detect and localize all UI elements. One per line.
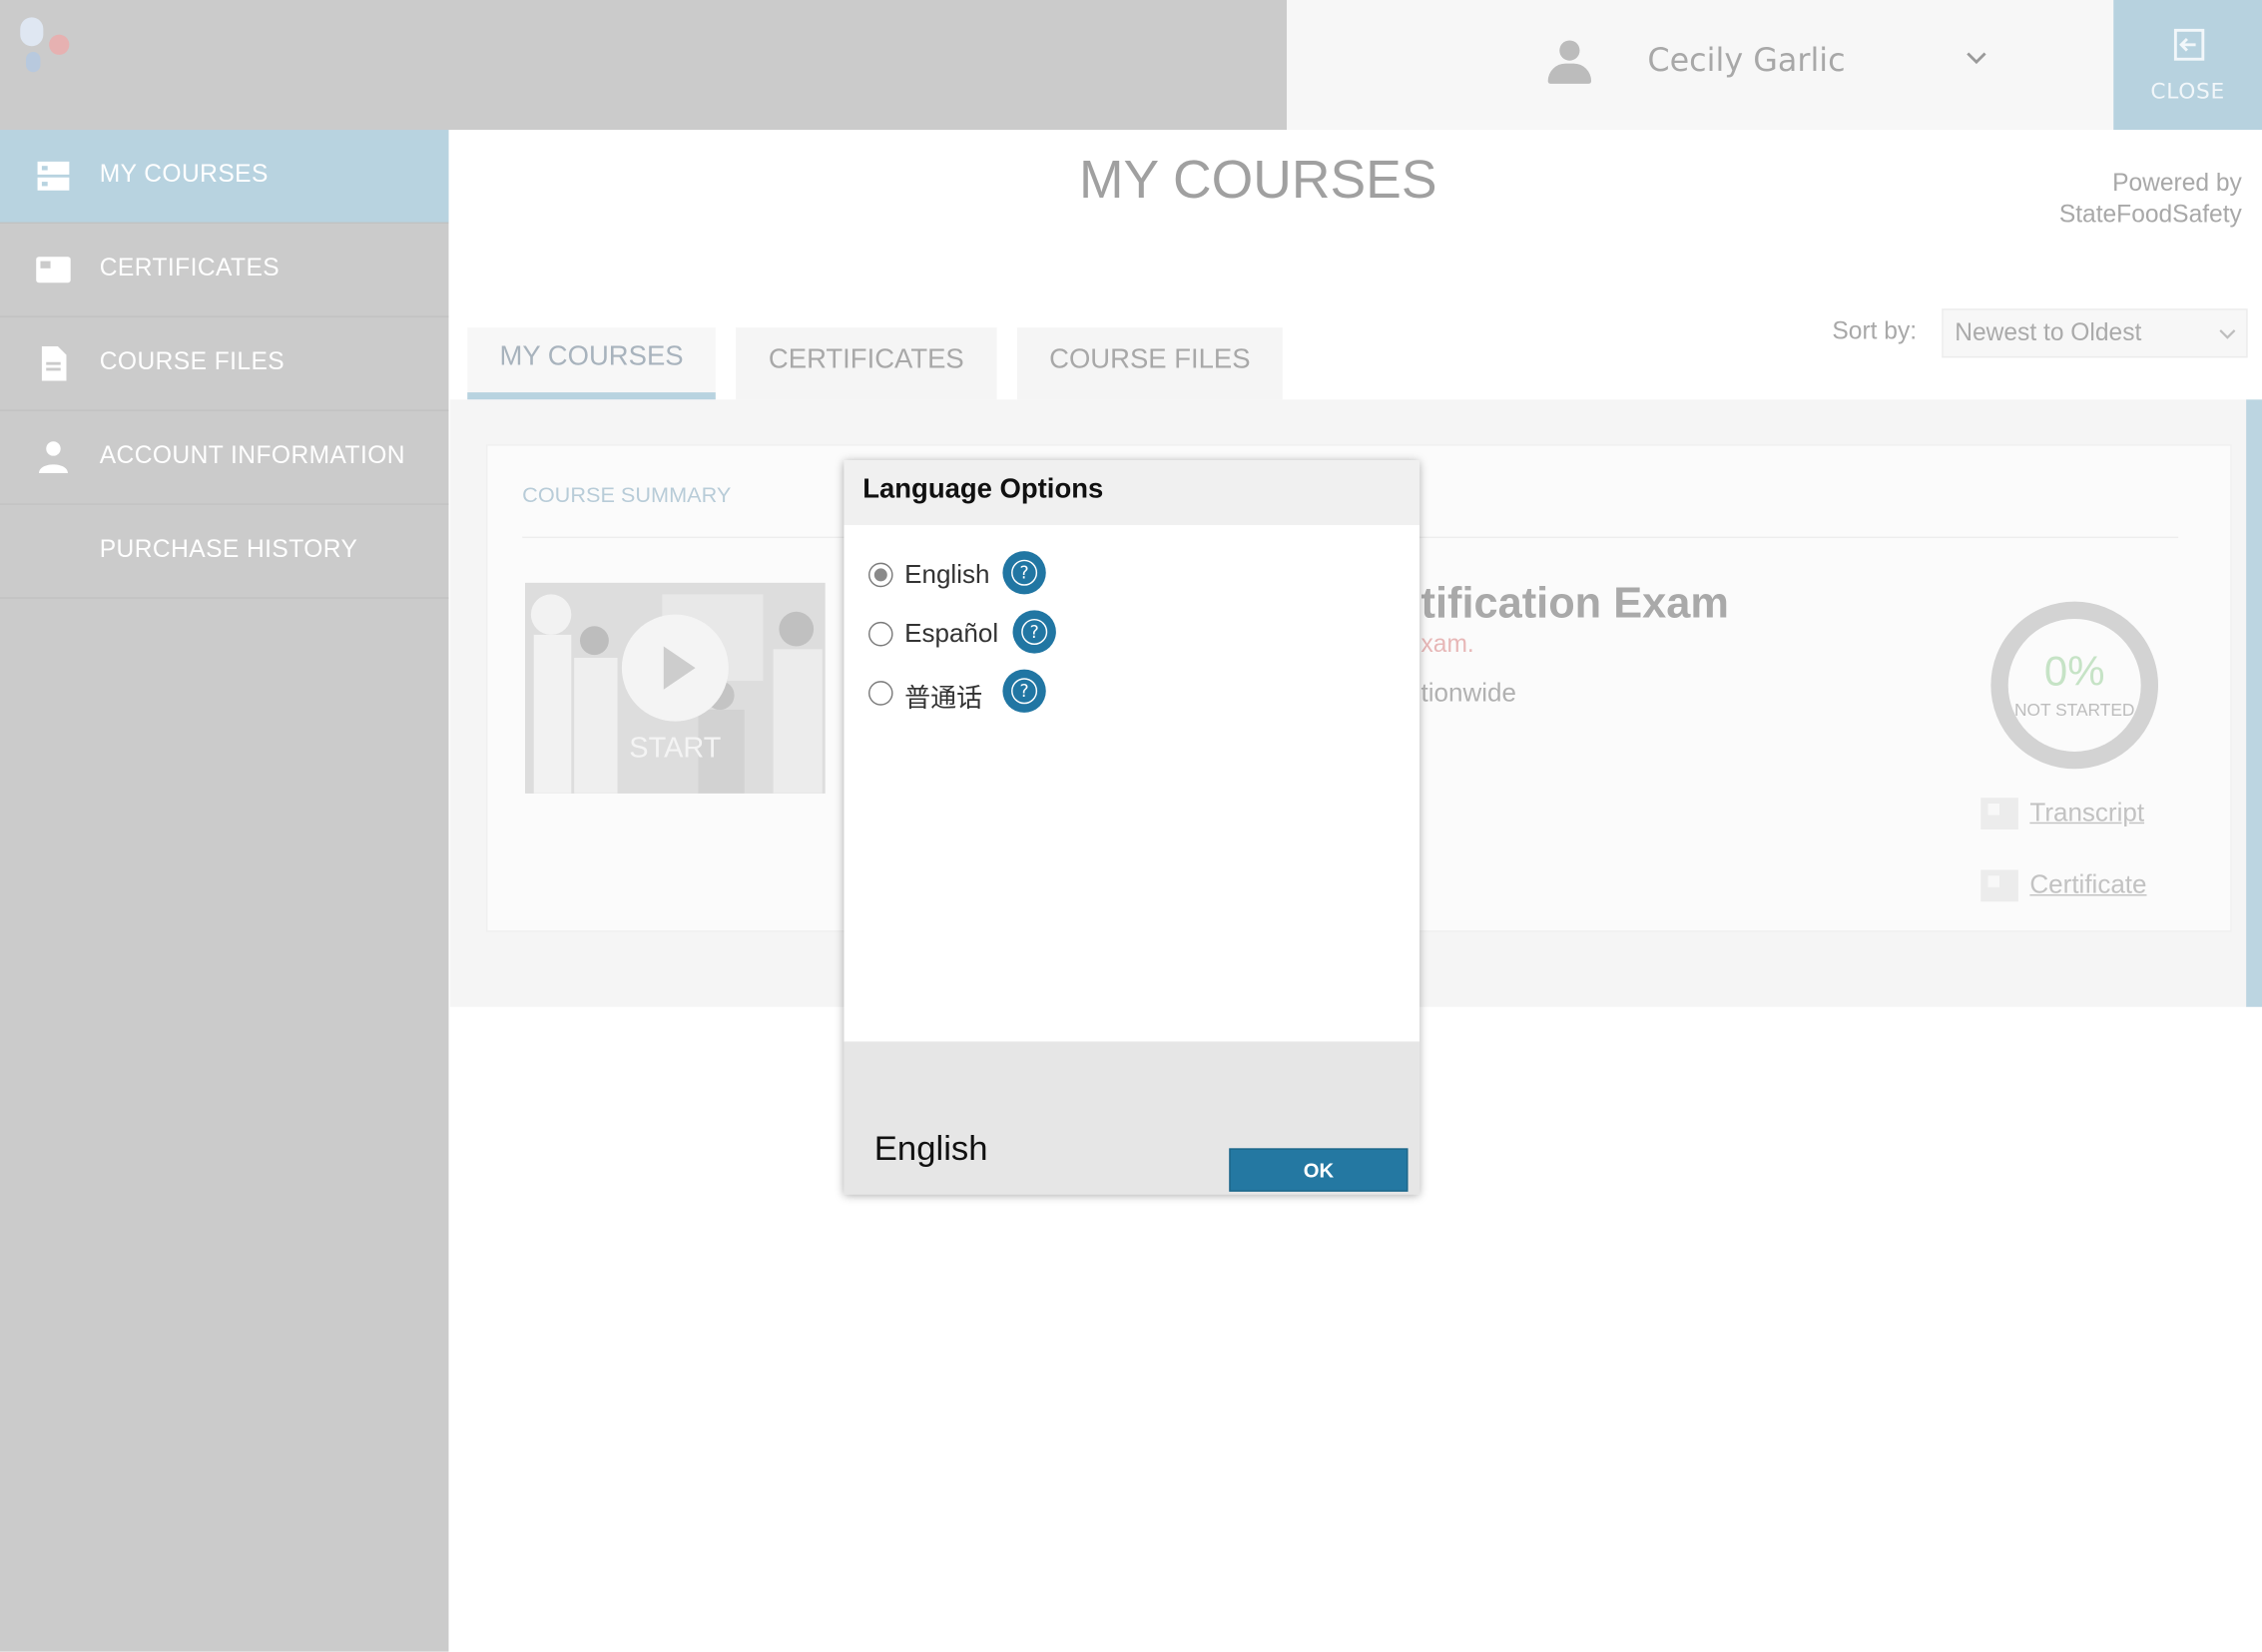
- sidebar-item-purchase-history[interactable]: PURCHASE HISTORY: [0, 505, 449, 599]
- sidebar: MY COURSES CERTIFICATES COURSE FILES ACC…: [0, 130, 449, 1652]
- certificate-link-label[interactable]: Certificate: [2029, 869, 2146, 899]
- start-label: START: [629, 733, 722, 765]
- help-icon[interactable]: ?: [1012, 610, 1056, 654]
- brand-logo[interactable]: [17, 17, 75, 75]
- tab-label: COURSE FILES: [1049, 344, 1251, 375]
- sort-select[interactable]: Newest to Oldest: [1942, 308, 2248, 358]
- chevron-down-icon: [2219, 329, 2236, 339]
- tab-certificates[interactable]: CERTIFICATES: [736, 327, 997, 400]
- sidebar-item-certificates[interactable]: CERTIFICATES: [0, 224, 449, 317]
- language-label: Español: [904, 618, 999, 648]
- scrollbar[interactable]: [2246, 399, 2262, 1007]
- ok-button[interactable]: OK: [1229, 1148, 1409, 1192]
- sort-value: Newest to Oldest: [1955, 318, 2142, 346]
- ok-label: OK: [1303, 1158, 1335, 1182]
- tab-my-courses[interactable]: MY COURSES: [467, 327, 716, 400]
- course-subtitle: xam.: [1420, 630, 1474, 659]
- radio-mandarin[interactable]: [868, 681, 893, 706]
- dialog-footer: English OK: [844, 1041, 1420, 1195]
- tab-course-files[interactable]: COURSE FILES: [1016, 327, 1283, 400]
- sidebar-item-label: CERTIFICATES: [99, 254, 281, 281]
- courses-icon: [37, 161, 70, 191]
- tab-label: MY COURSES: [499, 341, 684, 372]
- dialog-header: Language Options: [844, 460, 1420, 526]
- tab-active-indicator: [467, 392, 716, 400]
- transcript-link-label[interactable]: Transcript: [2029, 798, 2144, 827]
- status-badge: NOT STARTED: [2013, 699, 2135, 721]
- sidebar-item-label: MY COURSES: [99, 160, 269, 188]
- tab-label: CERTIFICATES: [768, 344, 964, 375]
- top-bar: [0, 0, 1288, 131]
- certificate-icon: [1980, 869, 2018, 902]
- sidebar-item-label: ACCOUNT INFORMATION: [99, 441, 405, 469]
- selected-language: English: [873, 1129, 988, 1169]
- play-button[interactable]: [621, 614, 729, 722]
- close-label: CLOSE: [2150, 78, 2225, 105]
- course-summary-label: COURSE SUMMARY: [522, 483, 732, 508]
- sidebar-item-course-files[interactable]: COURSE FILES: [0, 317, 449, 411]
- progress-percent: 0%: [2043, 649, 2105, 696]
- powered-by-line1: Powered by: [2112, 169, 2242, 197]
- dialog-title: Language Options: [862, 474, 1104, 505]
- user-menu[interactable]: Cecily Garlic: [1287, 0, 2114, 131]
- course-thumbnail[interactable]: START: [525, 582, 826, 794]
- sidebar-item-label: PURCHASE HISTORY: [99, 535, 358, 563]
- certificate-icon: [36, 257, 71, 283]
- radio-english[interactable]: [868, 562, 893, 588]
- play-icon: [663, 646, 696, 690]
- user-icon: [1546, 40, 1592, 86]
- radio-espanol[interactable]: [868, 621, 893, 647]
- close-button[interactable]: CLOSE: [2113, 0, 2262, 131]
- sidebar-item-my-courses[interactable]: MY COURSES: [0, 130, 449, 225]
- page-title: MY COURSES: [1078, 150, 1437, 210]
- file-icon: [41, 345, 67, 381]
- sort-label: Sort by:: [1832, 316, 1918, 345]
- course-location: tionwide: [1420, 678, 1516, 708]
- transcript-icon: [1980, 798, 2018, 829]
- course-title: tification Exam: [1420, 579, 1729, 628]
- chevron-down-icon[interactable]: [1962, 43, 1990, 72]
- powered-by-line2: StateFoodSafety: [2058, 200, 2242, 229]
- powered-by: Powered by StateFoodSafety: [2059, 168, 2242, 232]
- help-icon[interactable]: ?: [1002, 669, 1046, 713]
- language-label: English: [904, 559, 990, 589]
- language-label: 普通话: [904, 684, 983, 713]
- sidebar-item-account-information[interactable]: ACCOUNT INFORMATION: [0, 411, 449, 505]
- user-name[interactable]: Cecily Garlic: [1647, 43, 1845, 79]
- language-options-dialog: Language Options English ? Español ? 普通话…: [844, 460, 1420, 1195]
- exit-icon: [2173, 28, 2205, 61]
- person-icon: [39, 441, 68, 474]
- help-icon[interactable]: ?: [1002, 551, 1046, 595]
- sidebar-item-label: COURSE FILES: [99, 347, 285, 375]
